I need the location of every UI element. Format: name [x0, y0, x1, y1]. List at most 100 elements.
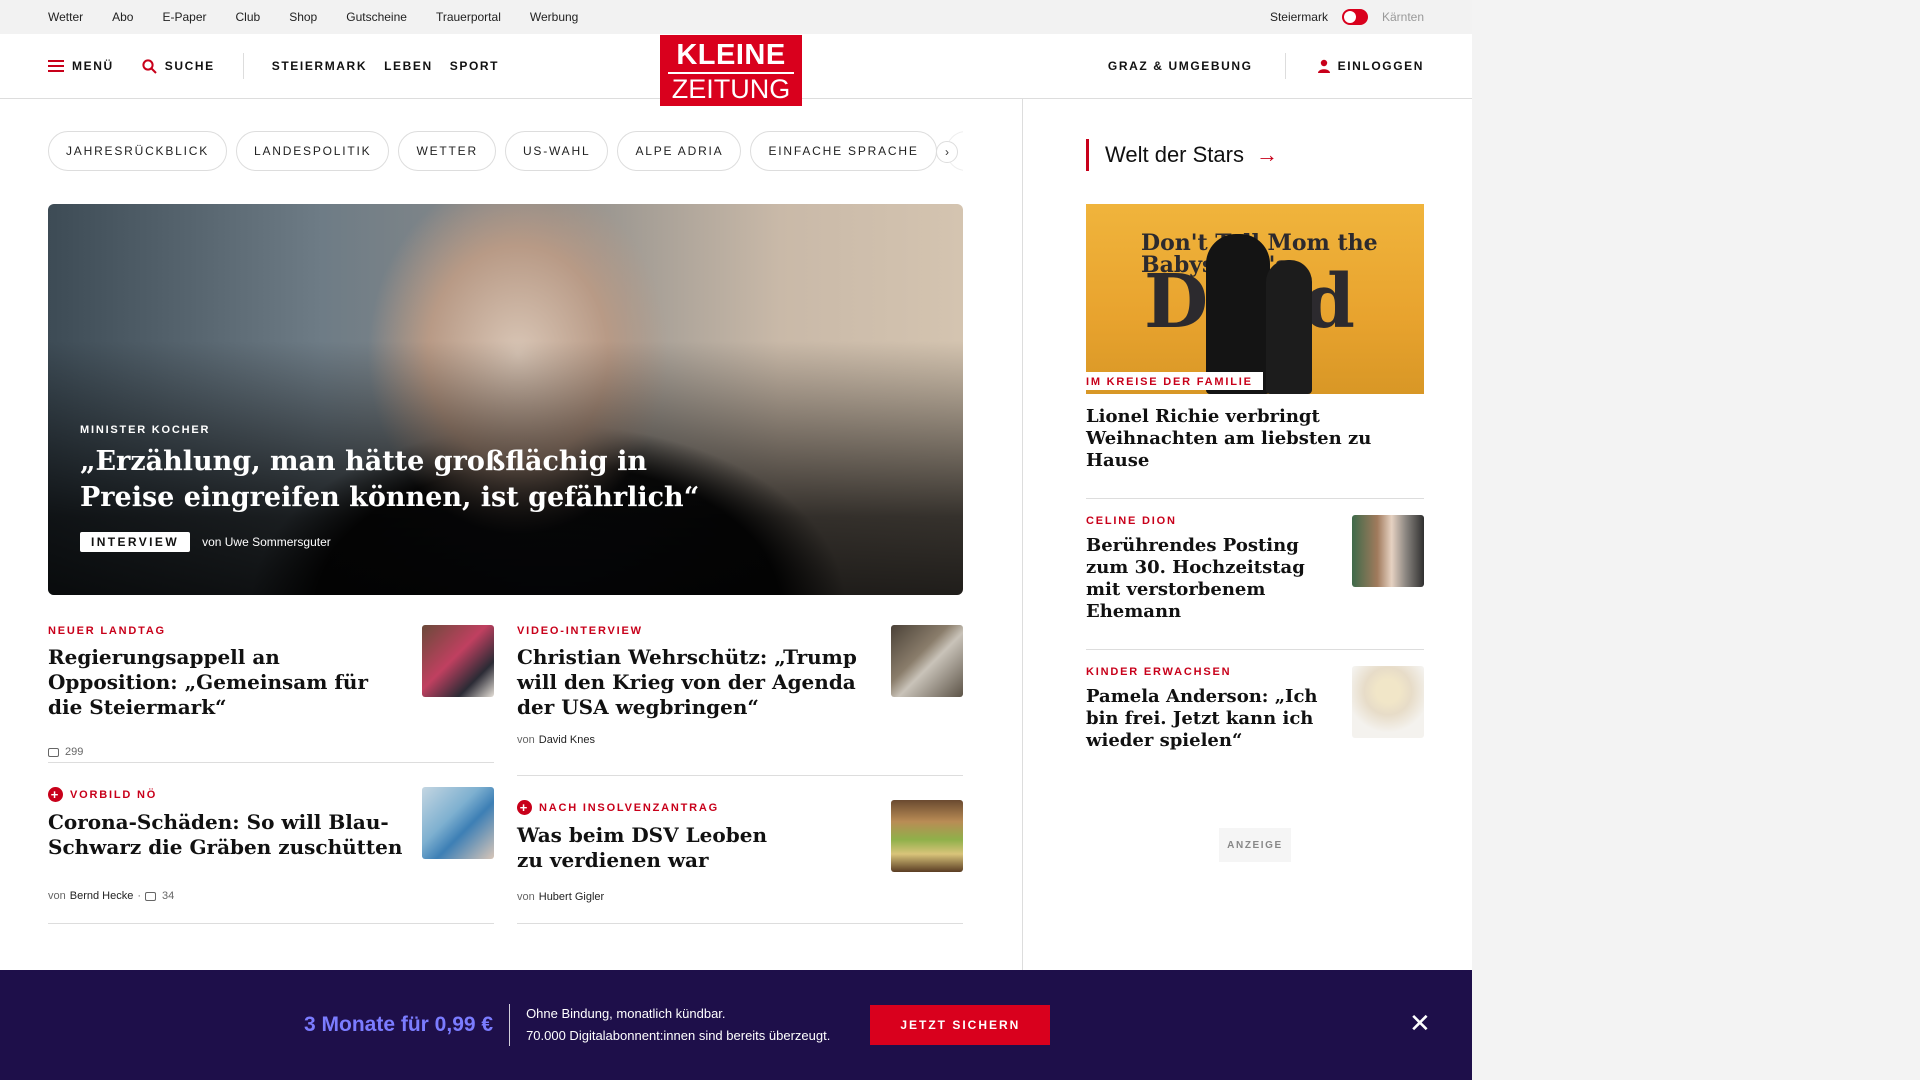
tag-alpe-adria[interactable]: ALPE ADRIA: [617, 131, 742, 171]
utility-link-epaper[interactable]: E-Paper: [162, 10, 206, 24]
article-title[interactable]: Was beim DSV Leoben zu verdienen war: [517, 823, 767, 873]
author-name[interactable]: David Knes: [539, 734, 595, 746]
author-name[interactable]: Hubert Gigler: [539, 891, 604, 903]
sidebar-feature[interactable]: Don't Tell Mom the Babysitter's Dead IM …: [1086, 204, 1424, 472]
login-label: EINLOGGEN: [1337, 59, 1424, 73]
interview-badge: INTERVIEW: [80, 532, 191, 552]
sidebar-article-thumbnail[interactable]: [1352, 515, 1424, 587]
sidebar-heading[interactable]: Welt der Stars →: [1086, 139, 1424, 171]
region-toggle[interactable]: [1341, 9, 1368, 25]
tag-wetter[interactable]: WETTER: [398, 131, 496, 171]
article-thumbnail[interactable]: [422, 787, 494, 859]
hero-text: MINISTER KOCHER „Erzählung, man hätte gr…: [80, 424, 700, 552]
search-label: SUCHE: [164, 59, 215, 73]
banner-line1: Ohne Bindung, monatlich kündbar.: [526, 1006, 726, 1021]
sidebar-article-thumbnail[interactable]: [1352, 666, 1424, 738]
sidebar-article-text: CELINE DION Berührendes Posting zum 30. …: [1086, 515, 1326, 623]
region-link[interactable]: GRAZ & UMGEBUNG: [1108, 59, 1253, 73]
header-divider-right: [1284, 53, 1286, 79]
article-meta: von Bernd Hecke · 34: [48, 890, 408, 902]
comment-count[interactable]: 299: [65, 746, 83, 758]
tag-us-wahl[interactable]: US-WAHL: [504, 131, 609, 171]
feature-title[interactable]: Lionel Richie verbringt Weihnachten am l…: [1086, 406, 1424, 472]
utility-link-gutscheine[interactable]: Gutscheine: [346, 10, 407, 24]
person-figure: [1266, 260, 1312, 394]
nav-leben[interactable]: LEBEN: [384, 59, 433, 73]
nav-sport[interactable]: SPORT: [450, 59, 499, 73]
utility-links: Wetter Abo E-Paper Club Shop Gutscheine …: [48, 10, 578, 24]
nav-steiermark[interactable]: STEIERMARK: [272, 59, 367, 73]
sidebar-heading-label: Welt der Stars: [1105, 142, 1244, 167]
region-switch: Steiermark Kärnten: [1270, 9, 1424, 25]
menu-label: MENÜ: [72, 59, 114, 73]
utility-link-club[interactable]: Club: [236, 10, 261, 24]
menu-button[interactable]: MENÜ: [48, 59, 114, 73]
search-icon: [142, 58, 157, 74]
header-divider: [242, 53, 244, 79]
tag-jahresrueckblick[interactable]: JAHRESRÜCKBLICK: [48, 131, 228, 171]
sidebar-article[interactable]: KINDER ERWACHSEN Pamela Anderson: „Ich b…: [1086, 649, 1424, 752]
site-logo[interactable]: KLEINE ZEITUNG: [660, 35, 802, 106]
header-right: GRAZ & UMGEBUNG EINLOGGEN: [1108, 53, 1424, 79]
ad-label: ANZEIGE: [1219, 828, 1291, 862]
article-teaser[interactable]: + VORBILD NÖ Corona-Schäden: So will Blau…: [48, 763, 494, 924]
column-divider: [1022, 99, 1023, 999]
tags-next-button[interactable]: ›: [936, 141, 958, 163]
utility-link-shop[interactable]: Shop: [289, 10, 317, 24]
sidebar-article-title[interactable]: Berührendes Posting zum 30. Hochzeitstag…: [1086, 535, 1326, 623]
article-teaser[interactable]: + NACH INSOLVENZANTRAG Was beim DSV Leobe…: [517, 776, 963, 924]
article-thumbnail[interactable]: [891, 800, 963, 872]
utility-link-werbung[interactable]: Werbung: [530, 10, 578, 24]
article-meta: von David Knes: [517, 734, 877, 746]
article-kicker-text: NACH INSOLVENZANTRAG: [539, 801, 720, 814]
feature-image[interactable]: Don't Tell Mom the Babysitter's Dead: [1086, 204, 1424, 394]
author-name[interactable]: Bernd Hecke: [70, 890, 134, 902]
sidebar-article-kicker: KINDER ERWACHSEN: [1086, 666, 1232, 678]
sidebar-article-text: KINDER ERWACHSEN Pamela Anderson: „Ich b…: [1086, 666, 1326, 752]
hero-title[interactable]: „Erzählung, man hätte großflächig in Pre…: [80, 444, 700, 516]
sidebar-article-title[interactable]: Pamela Anderson: „Ich bin frei. Jetzt ka…: [1086, 686, 1326, 752]
main-column: JAHRESRÜCKBLICK LANDESPOLITIK WETTER US-…: [48, 99, 963, 924]
article-title[interactable]: Christian Wehrschütz: „Trump will den Kr…: [517, 645, 877, 720]
subscription-banner: 3 Monate für 0,99 € Ohne Bindung, monatl…: [0, 970, 1472, 1080]
article-title[interactable]: Regierungsappell an Opposition: „Gemeins…: [48, 645, 408, 720]
utility-link-wetter[interactable]: Wetter: [48, 10, 83, 24]
main-header: MENÜ SUCHE STEIERMARK LEBEN SPORT KLEINE…: [0, 34, 1472, 106]
banner-divider: [509, 1004, 511, 1046]
article-thumbnail[interactable]: [891, 625, 963, 697]
header-left: MENÜ SUCHE STEIERMARK LEBEN SPORT: [48, 53, 499, 79]
region-inactive-label[interactable]: Kärnten: [1382, 10, 1424, 24]
article-text: NEUER LANDTAG Regierungsappell an Opposi…: [48, 625, 408, 762]
comment-icon: [145, 891, 157, 901]
article-title[interactable]: Corona-Schäden: So will Blau-Schwarz die…: [48, 810, 408, 860]
article-teaser[interactable]: VIDEO-INTERVIEW Christian Wehrschütz: „T…: [517, 625, 963, 776]
utility-bar: Wetter Abo E-Paper Club Shop Gutscheine …: [0, 0, 1472, 34]
utility-link-abo[interactable]: Abo: [112, 10, 133, 24]
article-text: + NACH INSOLVENZANTRAG Was beim DSV Leobe…: [517, 800, 877, 923]
sidebar-article[interactable]: CELINE DION Berührendes Posting zum 30. …: [1086, 498, 1424, 623]
search-button[interactable]: SUCHE: [142, 58, 215, 74]
article-meta: von Hubert Gigler: [517, 891, 877, 903]
hero-meta: INTERVIEW von Uwe Sommersguter: [80, 532, 700, 552]
hero-author: von Uwe Sommersguter: [202, 535, 331, 549]
topic-tags: JAHRESRÜCKBLICK LANDESPOLITIK WETTER US-…: [48, 131, 963, 171]
article-kicker: + VORBILD NÖ: [48, 787, 408, 802]
tag-landespolitik[interactable]: LANDESPOLITIK: [236, 131, 390, 171]
utility-link-trauerportal[interactable]: Trauerportal: [436, 10, 501, 24]
plus-icon: +: [517, 800, 532, 815]
close-icon[interactable]: ✕: [1409, 1010, 1431, 1036]
hero-article[interactable]: MINISTER KOCHER „Erzählung, man hätte gr…: [48, 204, 963, 595]
comment-count[interactable]: 34: [162, 890, 174, 902]
article-column-left: NEUER LANDTAG Regierungsappell an Opposi…: [48, 625, 494, 924]
article-thumbnail[interactable]: [422, 625, 494, 697]
region-active-label[interactable]: Steiermark: [1270, 10, 1328, 24]
banner-description: Ohne Bindung, monatlich kündbar. 70.000 …: [526, 1003, 830, 1047]
article-kicker: + NACH INSOLVENZANTRAG: [517, 800, 877, 815]
subscribe-button[interactable]: JETZT SICHERN: [870, 1005, 1051, 1045]
hamburger-icon: [48, 60, 64, 72]
tag-einfache-sprache[interactable]: EINFACHE SPRACHE: [750, 131, 937, 171]
article-teaser[interactable]: NEUER LANDTAG Regierungsappell an Opposi…: [48, 625, 494, 763]
author-prefix: von: [48, 890, 66, 902]
login-button[interactable]: EINLOGGEN: [1317, 59, 1424, 73]
user-icon: [1317, 59, 1330, 73]
